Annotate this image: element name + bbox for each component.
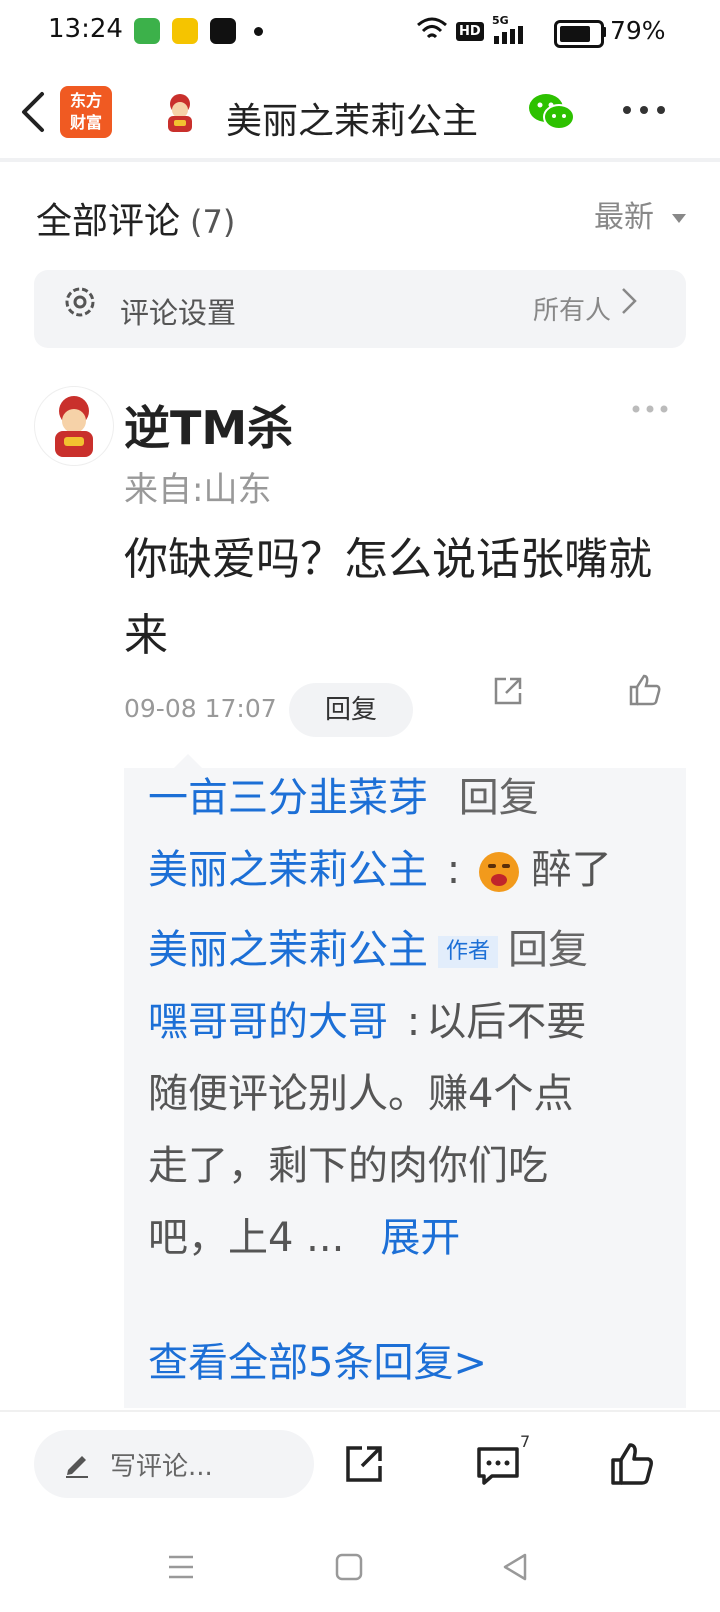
sort-label: 最新 (594, 200, 654, 235)
reply-action: 回复 (458, 775, 539, 821)
crying-emoji-icon (478, 852, 519, 892)
tiktok-icon (210, 18, 236, 44)
expand-link[interactable]: 展开 (380, 1215, 460, 1261)
reply-text-line-3: 走了，剩下的肉你们吃 (148, 1143, 548, 1189)
comments-heading: 全部评论 (7) (36, 192, 235, 244)
battery-tip (602, 27, 606, 37)
sort-dropdown[interactable]: 最新 (594, 192, 686, 236)
header-divider (0, 158, 720, 162)
settings-value: 所有人 (533, 296, 612, 326)
author-badge: 作者 (438, 936, 499, 968)
home-nav-icon[interactable] (334, 1552, 364, 1582)
fortune-god-avatar-icon (55, 396, 93, 457)
reply-text-line-4: 吧，上4 ... (148, 1215, 345, 1261)
back-nav-icon[interactable] (500, 1552, 530, 1582)
page-title: 美丽之茉莉公主 (226, 101, 479, 142)
notification-dot-icon (254, 27, 263, 36)
reply-target[interactable]: 美丽之茉莉公主 (148, 847, 428, 893)
fortune-god-avatar-icon (168, 94, 192, 132)
comment-location: 来自:山东 (124, 470, 272, 510)
reply-button[interactable]: 回复 (289, 683, 413, 737)
chevron-left-icon[interactable] (18, 90, 48, 134)
menu-nav-icon[interactable] (166, 1552, 196, 1582)
more-dots-icon[interactable] (622, 104, 666, 116)
reply-item-2-header[interactable]: 美丽之茉莉公主 作者 回复 (148, 914, 668, 986)
more-dots-icon[interactable] (632, 404, 668, 414)
reply-item-1-body: 美丽之茉莉公主 : 醉了 (148, 834, 668, 906)
emoji-eye-right (501, 864, 510, 868)
battery-icon (554, 20, 604, 48)
reply-text-line-2: 随便评论别人。赚4个点 (148, 1071, 574, 1117)
comment-timestamp: 09-08 17:07 (124, 694, 277, 723)
settings-label: 评论设置 (120, 296, 237, 330)
app-logo[interactable]: 东方 财富 (60, 86, 112, 138)
reply-user[interactable]: 美丽之茉莉公主 (148, 927, 428, 973)
signal-icon (494, 26, 523, 44)
hd-badge: HD (456, 22, 484, 41)
emoji-mouth (490, 874, 507, 886)
status-time: 13:24 (48, 14, 123, 44)
reply-item-1-header[interactable]: 一亩三分韭菜芽 回复 (148, 762, 668, 834)
share-icon[interactable] (492, 675, 524, 707)
comment-count-badge: 7 (520, 1432, 531, 1451)
wechat-icon[interactable] (528, 92, 576, 132)
reply-text-line-1: 以后不要 (426, 999, 587, 1045)
reply-text: 醉了 (531, 847, 612, 893)
colon: : (406, 999, 421, 1045)
thumbs-up-icon[interactable] (610, 1442, 654, 1486)
share-icon[interactable] (344, 1444, 384, 1484)
header-avatar (158, 90, 202, 134)
reply-target[interactable]: 嘿哥哥的大哥 (148, 999, 388, 1045)
reply-user[interactable]: 一亩三分韭菜芽 (148, 775, 428, 821)
caret-down-icon (671, 214, 686, 223)
gear-icon (65, 287, 95, 317)
comment-username[interactable]: 逆TM杀 (124, 392, 293, 458)
app-notification-icon (134, 18, 160, 44)
avatar[interactable] (34, 386, 114, 466)
pencil-icon (66, 1456, 88, 1478)
comments-count: (7) (190, 203, 236, 241)
wifi-icon (417, 17, 447, 39)
reply-text-line-4-row: 吧，上4 ... 展开 (148, 1202, 668, 1274)
reply-item-2-body: 嘿哥哥的大哥 : 以后不要 (148, 986, 668, 1058)
comment-text: 你缺爱吗？怎么说话张嘴就来 (124, 534, 652, 661)
app-logo-text-1: 东方 (69, 91, 102, 110)
thumbs-up-icon[interactable] (628, 673, 662, 707)
reply-action: 回复 (508, 927, 589, 973)
colon: : (446, 847, 461, 893)
view-all-replies-link[interactable]: 查看全部5条回复> (148, 1330, 487, 1388)
chevron-right-icon (622, 288, 637, 314)
battery-percent: 79% (610, 16, 666, 45)
comment-bubble-icon[interactable] (476, 1446, 520, 1486)
emoji-eye-left (487, 864, 496, 868)
comments-title: 全部评论 (36, 201, 181, 242)
app-logo-text-2: 财富 (69, 113, 102, 132)
write-comment-placeholder: 写评论... (110, 1452, 213, 1482)
weibo-icon (172, 18, 198, 44)
